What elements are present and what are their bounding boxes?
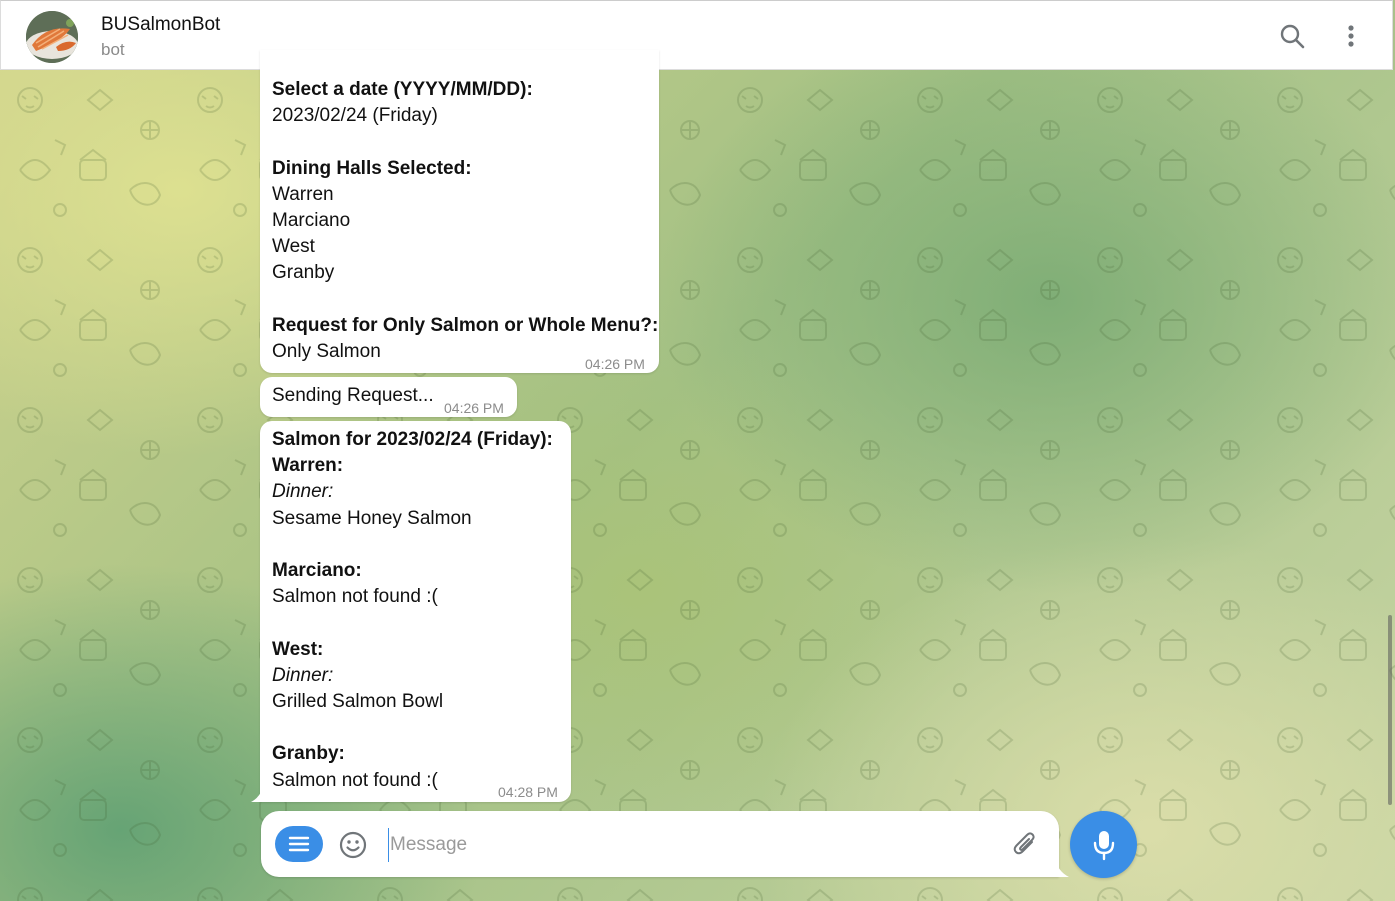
attach-button[interactable] [1009, 828, 1041, 860]
line-spacer [272, 532, 571, 558]
composer-tail [1055, 857, 1069, 877]
message-line: Salmon for 2023/02/24 (Friday): [272, 429, 553, 450]
bot-menu-button[interactable] [275, 826, 323, 862]
message-line: Warren [272, 183, 334, 205]
message-line: West: [272, 638, 324, 660]
message-bubble[interactable]: Salmon for 2023/02/24 (Friday): Warren: Di… [260, 421, 571, 802]
message-bubble[interactable]: Sending Request... 04:26 PM [260, 377, 517, 417]
message-line: West [272, 236, 315, 258]
message-line: Grilled Salmon Bowl [272, 691, 444, 712]
message-line: Granby: [272, 743, 345, 765]
smiley-icon [339, 831, 367, 859]
message-composer [261, 811, 1059, 877]
chat-scrollbar[interactable] [1388, 615, 1392, 805]
message-line: Dining Halls Selected: [272, 157, 472, 179]
bot-avatar[interactable] [26, 11, 78, 63]
message-line: Dinner: [272, 664, 334, 686]
message-line: Sesame Honey Salmon [272, 507, 472, 529]
message-line: Select a date (YYYY/MM/DD): [272, 79, 533, 100]
more-vertical-icon [1348, 25, 1354, 47]
message-line: Warren: [272, 455, 344, 477]
bubble-tail [251, 788, 263, 802]
paperclip-icon [1013, 832, 1035, 855]
message-line: Dinner: [272, 481, 334, 503]
line-spacer [272, 715, 571, 741]
search-button[interactable] [1275, 19, 1309, 53]
voice-record-button[interactable] [1070, 811, 1137, 878]
message-input[interactable] [388, 828, 992, 862]
message-bubble[interactable]: Select a date (YYYY/MM/DD): 2023/02/24 (F… [260, 50, 659, 373]
message-line: Request for Only Salmon or Whole Menu?: [272, 314, 659, 336]
chat-header: BUSalmonBot bot [0, 0, 1393, 70]
search-icon [1280, 24, 1305, 49]
line-spacer [272, 129, 659, 155]
message-time: 04:28 PM [498, 784, 558, 800]
menu-icon [288, 836, 310, 852]
microphone-icon [1093, 830, 1114, 860]
message-line: Salmon not found :( [272, 586, 438, 608]
message-time: 04:26 PM [444, 400, 504, 416]
line-spacer [272, 287, 659, 313]
message-line: Granby [272, 262, 335, 284]
message-time: 04:26 PM [585, 356, 645, 372]
emoji-button[interactable] [337, 829, 369, 861]
message-text: Salmon for 2023/02/24 (Friday): Warren: Di… [272, 427, 571, 794]
more-button[interactable] [1334, 19, 1368, 53]
message-line: 2023/02/24 (Friday) [272, 105, 438, 127]
chat-title[interactable]: BUSalmonBot [101, 14, 220, 36]
message-text: Select a date (YYYY/MM/DD): 2023/02/24 (F… [272, 77, 659, 365]
line-spacer [272, 610, 571, 636]
chat-subtitle: bot [101, 40, 125, 59]
message-line: Marciano [272, 210, 351, 231]
message-line: Marciano: [272, 560, 362, 581]
doodle-pattern [0, 70, 1395, 901]
